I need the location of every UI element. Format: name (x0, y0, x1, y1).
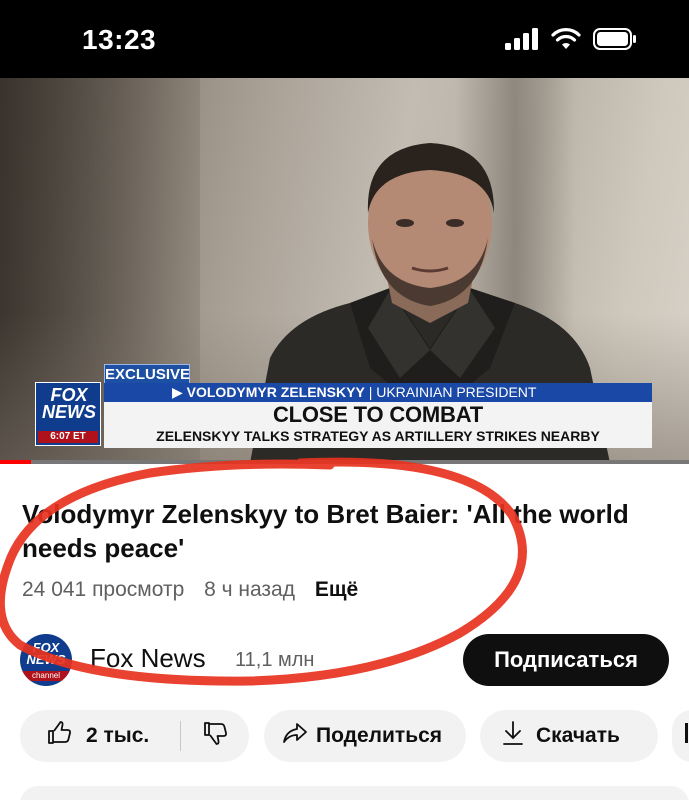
view-count: 24 041 просмотр (22, 578, 185, 601)
video-progress-fill (0, 460, 31, 464)
action-row: 2 тыс. Поделиться Скачать (0, 710, 689, 764)
like-dislike-pill: 2 тыс. (20, 710, 249, 762)
like-count: 2 тыс. (86, 724, 150, 747)
status-bar: 13:23 (0, 0, 689, 78)
more-link[interactable]: Ещё (315, 578, 358, 601)
channel-avatar[interactable]: FOX NEWS channel (20, 634, 72, 686)
download-icon (502, 720, 524, 752)
chyron-arrow-icon: ▶ (172, 384, 187, 400)
comments-card[interactable] (20, 786, 689, 800)
like-button[interactable]: 2 тыс. (20, 710, 180, 762)
status-time: 13:23 (82, 24, 157, 55)
fox-news-logo: FOX NEWS 6:07 ET (35, 382, 101, 446)
signal-icon (505, 28, 539, 55)
channel-avatar-sub: channel (20, 671, 72, 681)
channel-name[interactable]: Fox News (90, 643, 206, 674)
battery-icon (593, 28, 637, 55)
status-icons (505, 28, 637, 55)
chyron-role: UKRAINIAN PRESIDENT (376, 384, 537, 400)
chyron-time: 6:07 ET (38, 431, 98, 443)
thumbs-up-icon (46, 720, 72, 752)
share-icon (282, 722, 308, 750)
video-player[interactable]: EXCLUSIVE ▶ VOLODYMYR ZELENSKYY | UKRAIN… (0, 78, 689, 463)
thumbs-down-icon (202, 720, 228, 752)
exclusive-badge: EXCLUSIVE (104, 364, 191, 384)
share-button[interactable]: Поделиться (264, 710, 466, 762)
wifi-icon (551, 28, 581, 55)
subscriber-count: 11,1 млн (235, 649, 315, 671)
more-actions-icon (684, 721, 689, 751)
dislike-button[interactable] (181, 710, 249, 762)
chyron-subheadline: ZELENSKYY TALKS STRATEGY AS ARTILLERY ST… (156, 428, 600, 444)
video-meta[interactable]: 24 041 просмотр 8 ч назад Ещё (22, 578, 372, 602)
video-title: Volodymyr Zelenskyy to Bret Baier: 'All … (22, 499, 629, 563)
more-actions-button[interactable] (672, 710, 689, 762)
upload-age: 8 ч назад (204, 578, 295, 601)
subscribe-button[interactable]: Подписаться (463, 634, 669, 686)
share-label: Поделиться (316, 724, 443, 747)
chyron-name: VOLODYMYR ZELENSKYY (186, 384, 365, 400)
download-button[interactable]: Скачать (480, 710, 658, 762)
video-progress-bar[interactable] (0, 460, 689, 464)
chyron-headline-box: CLOSE TO COMBAT ZELENSKYY TALKS STRATEGY… (104, 402, 652, 448)
channel-avatar-logo: FOX NEWS (26, 640, 66, 667)
chyron-headline: CLOSE TO COMBAT (272, 402, 484, 427)
fox-news-logo-text: FOX NEWS (42, 385, 96, 422)
chyron-name-bar: ▶ VOLODYMYR ZELENSKYY | UKRAINIAN PRESID… (104, 383, 652, 402)
download-label: Скачать (536, 724, 620, 747)
